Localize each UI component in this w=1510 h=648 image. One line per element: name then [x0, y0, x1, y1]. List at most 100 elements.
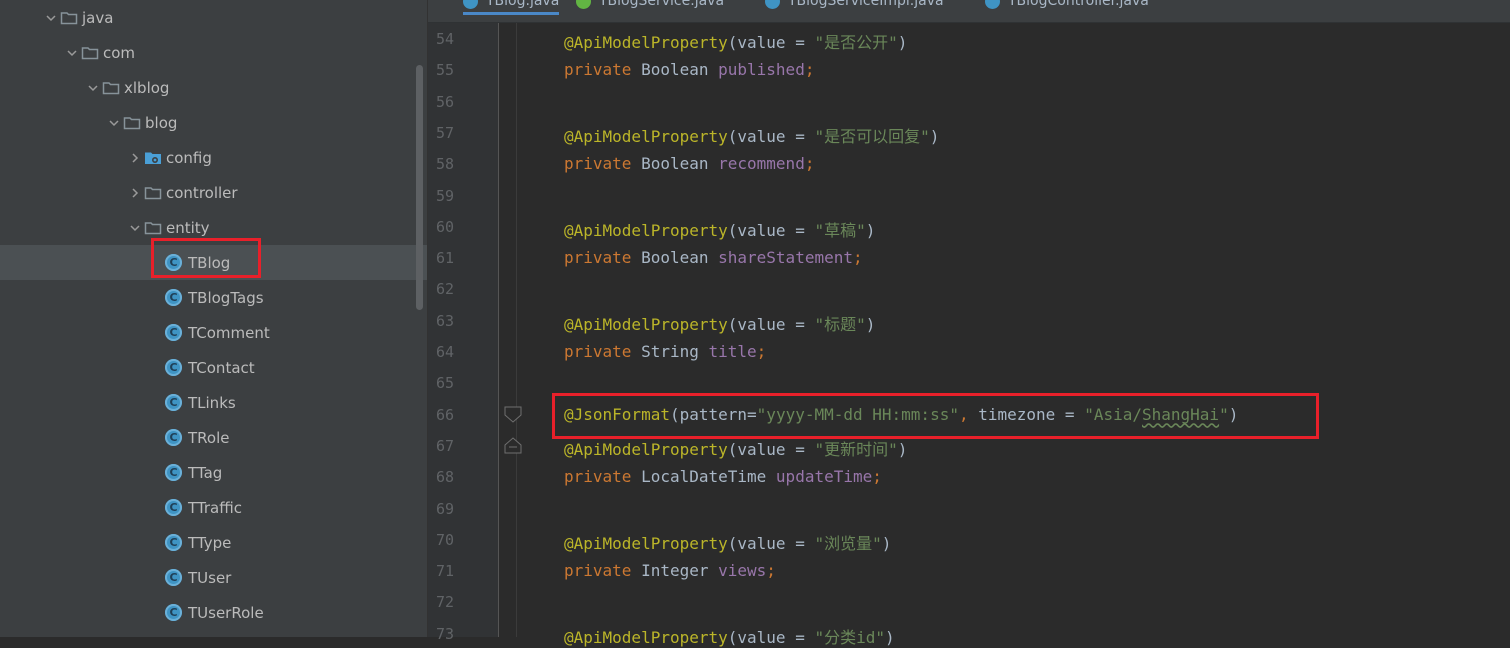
class-icon: C [165, 569, 182, 586]
tree-item-label: TContact [188, 358, 255, 377]
code-token-str: "更新时间" [814, 439, 898, 459]
tree-item-label: TUserRole [188, 603, 264, 622]
code-token-ann: @ApiModelProperty [564, 314, 728, 334]
code-line[interactable]: @ApiModelProperty(value = "草稿") [564, 217, 875, 241]
tree-item-tcomment[interactable]: C TComment [0, 315, 427, 350]
line-number: 64 [435, 343, 454, 361]
code-token-txt: (value = [727, 220, 815, 240]
tree-item-config[interactable]: config [0, 140, 427, 175]
code-token-txt: (value = [727, 533, 815, 553]
code-line[interactable]: @ApiModelProperty(value = "是否公开") [564, 29, 907, 53]
tree-item-label: entity [166, 218, 210, 237]
code-token-fld: published [718, 60, 805, 80]
tree-item-ttraffic[interactable]: C TTraffic [0, 490, 427, 525]
code-line[interactable]: private Boolean published; [564, 60, 814, 79]
code-token-ann: @ApiModelProperty [564, 126, 728, 146]
code-line[interactable]: private String title; [564, 342, 766, 361]
code-token-kw: private [564, 154, 642, 174]
tree-item-java[interactable]: java [0, 0, 427, 35]
tree-item-tuser[interactable]: C TUser [0, 560, 427, 595]
code-token-str: "浏览量" [814, 533, 882, 553]
code-line[interactable]: private LocalDateTime updateTime; [564, 467, 882, 486]
chevron-down-icon[interactable] [107, 116, 121, 130]
code-token-fld: shareStatement [718, 248, 853, 268]
code-token-kw: ; [804, 60, 815, 80]
code-token-str: "标题" [814, 314, 866, 334]
tree-item-tblogtags[interactable]: C TBlogTags [0, 280, 427, 315]
code-token-fld: updateTime [775, 467, 873, 487]
fold-end-icon[interactable] [504, 436, 522, 454]
class-icon [463, 0, 478, 9]
tree-item-label: TUser [188, 568, 232, 587]
tab-tblog-java[interactable]: TBlog.java [463, 0, 560, 15]
highlight-box-jsonformat [552, 393, 1319, 439]
tree-item-label: config [166, 148, 212, 167]
tree-item-xlblog[interactable]: xlblog [0, 70, 427, 105]
interface-icon [576, 0, 591, 9]
tree-item-ttag[interactable]: C TTag [0, 455, 427, 490]
line-number: 65 [435, 374, 454, 393]
code-token-txt: (value = [727, 126, 815, 146]
tree-item-tlinks[interactable]: C TLinks [0, 385, 427, 420]
indent-guide [516, 23, 517, 637]
tree-item-tuserrole[interactable]: C TUserRole [0, 595, 427, 630]
code-line[interactable]: @ApiModelProperty(value = "更新时间") [564, 436, 907, 460]
tree-item-trole[interactable]: C TRole [0, 420, 427, 455]
chevron-down-icon[interactable] [86, 81, 100, 95]
line-number: 66 [435, 405, 454, 424]
project-tree-panel: java com xlblog blog config controller entity C… [0, 0, 427, 637]
line-number: 61 [435, 249, 454, 268]
tree-item-com[interactable]: com [0, 35, 427, 70]
code-line[interactable]: private Boolean shareStatement; [564, 248, 863, 267]
tab-tblogcontroller-java[interactable]: TBlogController.java [985, 0, 1149, 12]
tree-item-ttype[interactable]: C TType [0, 525, 427, 560]
tab-tblogservice-java[interactable]: TBlogService.java [576, 0, 724, 12]
code-line[interactable]: @ApiModelProperty(value = "浏览量") [564, 530, 891, 554]
code-token-ann: @ApiModelProperty [564, 627, 728, 647]
code-line[interactable]: @ApiModelProperty(value = "标题") [564, 311, 875, 335]
class-icon: C [165, 464, 182, 481]
code-token-txt: Boolean [641, 154, 719, 174]
class-icon: C [165, 289, 182, 306]
code-token-str: "是否公开" [814, 33, 898, 52]
code-token-fld: recommend [718, 154, 805, 174]
line-number: 70 [435, 530, 454, 549]
chevron-right-icon[interactable] [128, 151, 142, 165]
line-number: 55 [435, 61, 454, 80]
tree-item-tcontact[interactable]: C TContact [0, 350, 427, 385]
class-icon: C [165, 604, 182, 621]
code-token-txt: ) [929, 126, 940, 146]
tree-item-blog[interactable]: blog [0, 105, 427, 140]
chevron-down-icon[interactable] [128, 221, 142, 235]
code-token-kw: ; [756, 342, 767, 361]
code-token-kw: private [564, 467, 642, 487]
code-token-txt: (value = [727, 627, 815, 647]
code-token-str: "草稿" [814, 220, 866, 240]
code-token-txt: (value = [727, 314, 815, 334]
code-token-kw: private [564, 342, 642, 361]
line-number: 56 [435, 92, 454, 111]
tab-tblogserviceimpl-java[interactable]: TBlogServiceImpl.java [765, 0, 944, 12]
folder-icon [81, 46, 99, 60]
tree-item-label: controller [166, 183, 238, 202]
code-token-ann: @ApiModelProperty [564, 220, 728, 240]
code-line[interactable]: private Boolean recommend; [564, 154, 814, 173]
tab-label: TBlogService.java [599, 0, 725, 9]
code-line[interactable]: private Integer views; [564, 561, 776, 580]
line-number: 63 [435, 311, 454, 330]
fold-start-icon[interactable] [504, 406, 522, 424]
tree-item-label: com [103, 43, 136, 62]
code-line[interactable]: @ApiModelProperty(value = "分类id") [564, 624, 895, 648]
code-token-str: "是否可以回复" [814, 126, 930, 146]
code-token-txt: ) [897, 439, 908, 459]
line-number: 71 [435, 562, 454, 581]
chevron-down-icon[interactable] [44, 11, 58, 25]
tree-scrollbar-thumb[interactable] [416, 65, 423, 310]
tree-item-controller[interactable]: controller [0, 175, 427, 210]
folder-icon [144, 186, 162, 200]
line-number: 68 [435, 468, 454, 487]
chevron-right-icon[interactable] [128, 186, 142, 200]
folder-icon [60, 11, 78, 25]
code-line[interactable]: @ApiModelProperty(value = "是否可以回复") [564, 123, 939, 147]
chevron-down-icon[interactable] [65, 46, 79, 60]
